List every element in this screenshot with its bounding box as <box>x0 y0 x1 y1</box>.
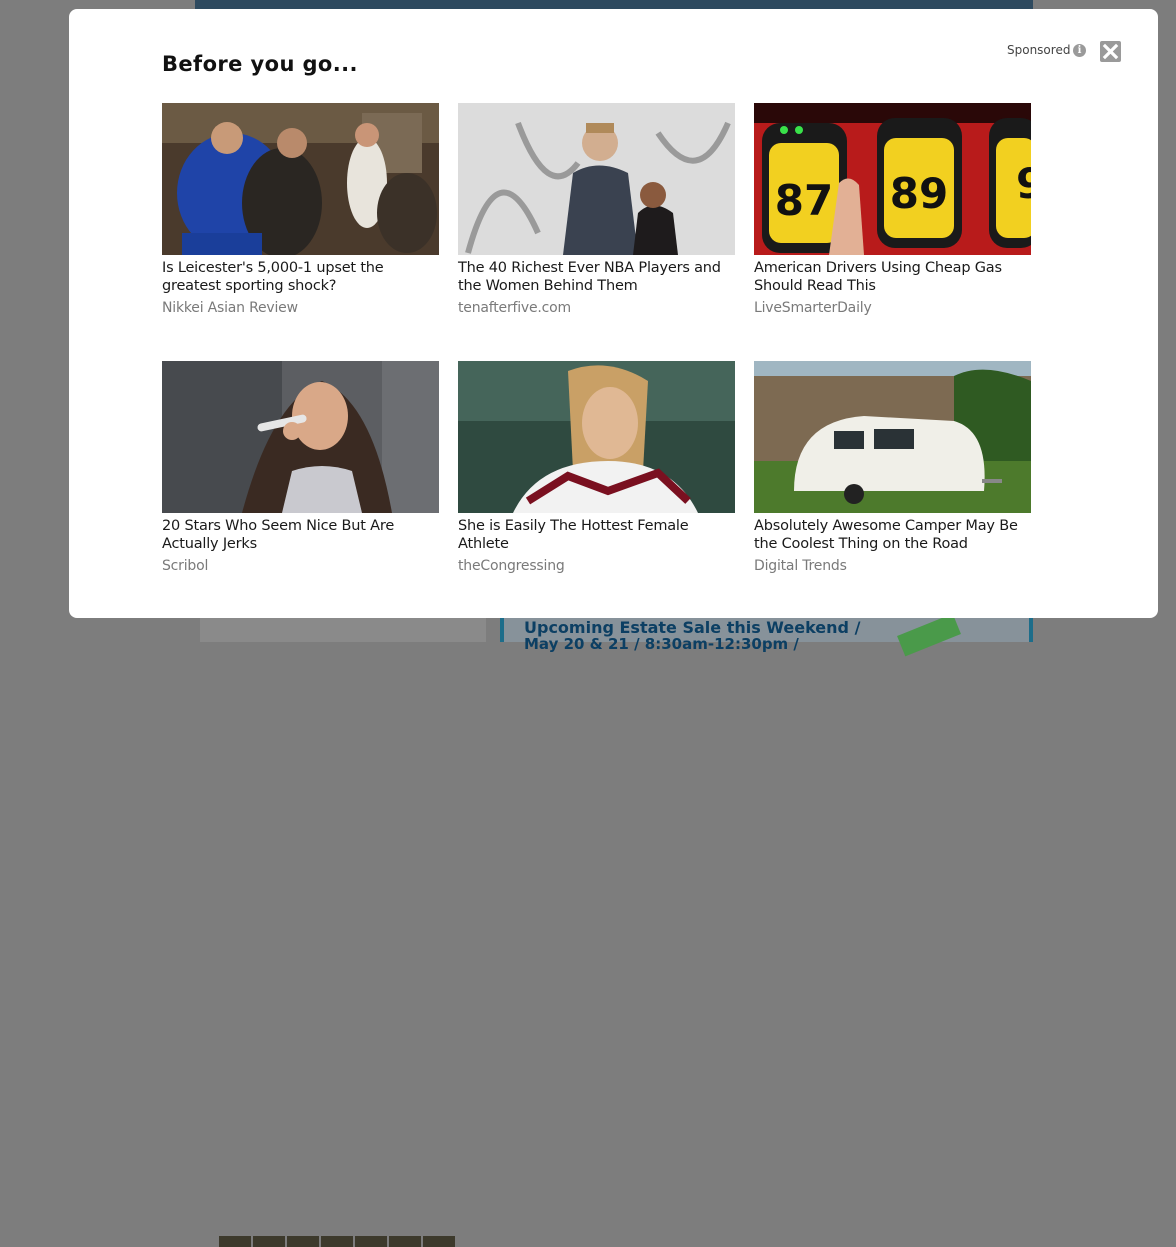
ad-card-source: tenafterfive.com <box>458 300 571 316</box>
background-photo-strip <box>200 618 486 1247</box>
background-banner <box>195 0 1033 9</box>
close-button[interactable] <box>1100 41 1121 62</box>
background-thumbnail <box>219 1236 251 1247</box>
background-thumbnail <box>253 1236 285 1247</box>
ad-card-title[interactable]: The 40 Richest Ever NBA Players and the … <box>458 259 735 295</box>
estate-sale-subtitle: May 20 & 21 / 8:30am-12:30pm / <box>524 635 799 653</box>
background-thumbnail <box>389 1236 421 1247</box>
background-estate-panel: Upcoming Estate Sale this Weekend / May … <box>500 613 1033 657</box>
svg-text:87: 87 <box>775 176 833 225</box>
before-you-go-modal: Before you go... Sponsored i Is Leiceste… <box>69 9 1158 618</box>
ad-card-title[interactable]: American Drivers Using Cheap Gas Should … <box>754 259 1031 295</box>
gas-pump-buttons-photo[interactable]: 87 89 9 <box>754 103 1031 255</box>
white-camper-photo[interactable] <box>754 361 1031 513</box>
background-thumbnail <box>287 1236 319 1247</box>
ad-card-source: Scribol <box>162 558 209 574</box>
ad-card-title[interactable]: 20 Stars Who Seem Nice But Are Actually … <box>162 517 439 553</box>
ad-card[interactable]: She is Easily The Hottest Female Athlete… <box>458 361 735 574</box>
ad-card-source: theCongressing <box>458 558 565 574</box>
ad-card[interactable]: 20 Stars Who Seem Nice But Are Actually … <box>162 361 439 574</box>
couple-red-carpet-photo[interactable] <box>458 103 735 255</box>
background-thumbnail <box>355 1236 387 1247</box>
close-icon <box>1102 43 1119 60</box>
ad-card-source: LiveSmarterDaily <box>754 300 872 316</box>
fans-celebrating-photo[interactable] <box>162 103 439 255</box>
ad-card-source: Digital Trends <box>754 558 847 574</box>
ad-card[interactable]: The 40 Richest Ever NBA Players and the … <box>458 103 735 316</box>
ad-card[interactable]: Is Leicester's 5,000-1 upset the greates… <box>162 103 439 316</box>
sponsored-label: Sponsored <box>1007 43 1071 57</box>
ad-card-title[interactable]: Absolutely Awesome Camper May Be the Coo… <box>754 517 1031 553</box>
ad-card-title[interactable]: Is Leicester's 5,000-1 upset the greates… <box>162 259 439 295</box>
ad-card-title[interactable]: She is Easily The Hottest Female Athlete <box>458 517 735 553</box>
modal-title: Before you go... <box>162 52 358 76</box>
svg-text:89: 89 <box>890 169 948 218</box>
background-thumbnail <box>321 1236 353 1247</box>
ad-card[interactable]: 87 89 9 American Drivers Using Cheap Gas… <box>754 103 1031 316</box>
info-icon[interactable]: i <box>1073 44 1086 57</box>
ad-card-source: Nikkei Asian Review <box>162 300 298 316</box>
background-thumbnail <box>423 1236 455 1247</box>
singer-microphone-photo[interactable] <box>162 361 439 513</box>
svg-text:9: 9 <box>1016 159 1031 208</box>
rugby-athlete-photo[interactable] <box>458 361 735 513</box>
ad-card[interactable]: Absolutely Awesome Camper May Be the Coo… <box>754 361 1031 574</box>
estate-badge <box>897 613 961 657</box>
